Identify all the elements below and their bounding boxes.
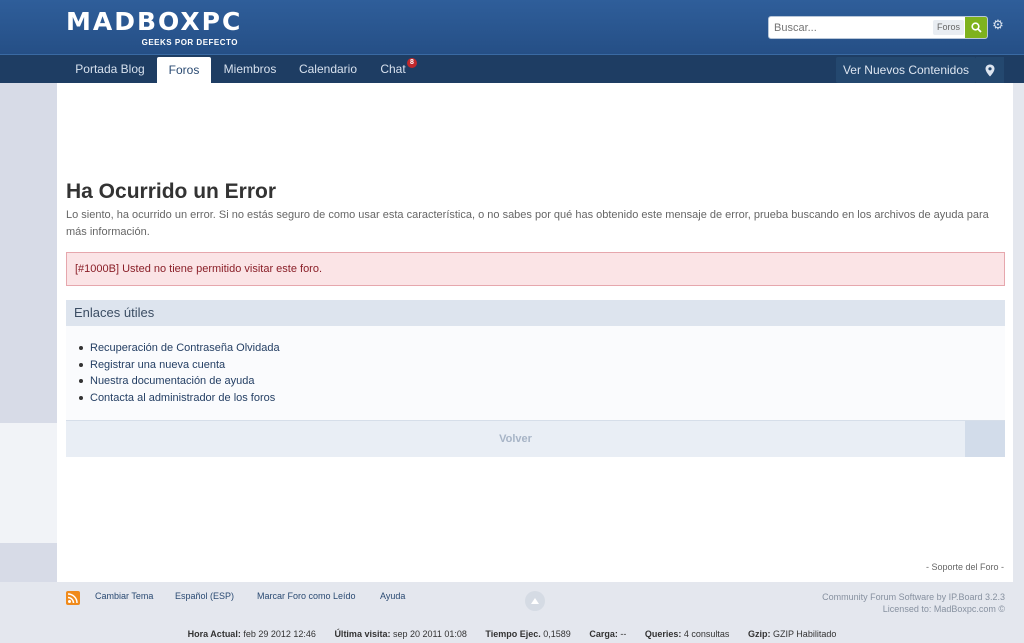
rss-glyph [67,593,78,604]
copyright-line[interactable]: Community Forum Software by IP.Board 3.2… [760,591,1005,603]
rss-icon[interactable] [66,591,80,605]
stat-last-visit: Última visita: sep 20 2011 01:08 [334,629,467,639]
logo-tagline: GEEKS POR DEFECTO [141,38,238,47]
tab-foros[interactable]: Foros [157,57,211,83]
useful-links-panel: Recuperación de Contraseña Olvidada Regi… [66,326,1005,420]
search-button[interactable] [965,17,987,38]
background-stripe [0,423,57,543]
gear-icon[interactable]: ⚙ [991,18,1005,32]
stat-current-time: Hora Actual: feb 29 2012 12:46 [187,629,316,639]
stat-exec-time: Tiempo Ejec. 0,1589 [485,629,571,639]
logo-text: MADBOXPC [66,7,243,36]
page-stats: Hora Actual: feb 29 2012 12:46 Última vi… [0,629,1024,639]
scroll-to-top-icon[interactable] [525,591,545,611]
stat-load: Carga: -- [589,629,627,639]
back-bar: Volver [66,420,1005,457]
site-logo[interactable]: MADBOXPC GEEKS POR DEFECTO [66,8,240,48]
footer-link-help[interactable]: Ayuda [380,591,405,601]
search-icon [970,22,982,33]
link-help-docs[interactable]: Nuestra documentación de ayuda [79,373,280,390]
footer-link-mark-read[interactable]: Marcar Foro como Leído [257,591,356,601]
chat-count-badge: 8 [407,58,417,68]
back-button[interactable]: Volver [66,421,965,457]
main-nav: Portada Blog Foros Miembros Calendario C… [0,54,1024,83]
error-message: [#1000B] Usted no tiene permitido visita… [66,252,1005,286]
tab-portada-blog[interactable]: Portada Blog [66,55,154,83]
link-register-account[interactable]: Registrar una nueva cuenta [79,357,280,374]
footer-link-change-theme[interactable]: Cambiar Tema [95,591,153,601]
background-stripe [0,543,57,582]
link-contact-admin[interactable]: Contacta al administrador de los foros [79,390,280,407]
search-input[interactable] [769,17,929,38]
tab-miembros[interactable]: Miembros [214,55,286,83]
footer-link-language[interactable]: Español (ESP) [175,591,234,601]
copyright-notice: Community Forum Software by IP.Board 3.2… [760,591,1005,615]
page-title: Ha Ocurrido un Error [66,180,277,203]
search-box: Foros [768,16,988,39]
location-pin-button[interactable] [976,57,1004,83]
view-new-content-button[interactable]: Ver Nuevos Contenidos [836,57,976,83]
forum-support-link[interactable]: - Soporte del Foro - [926,562,1004,572]
useful-links-list: Recuperación de Contraseña Olvidada Regi… [79,340,280,407]
back-bar-end [965,421,1005,457]
license-line: Licensed to: MadBoxpc.com © [882,604,1005,614]
stat-gzip: Gzip: GZIP Habilitado [747,629,837,639]
stat-queries: Queries: 4 consultas [644,629,730,639]
background-stripe [0,83,57,423]
search-scope-selector[interactable]: Foros [933,20,965,35]
arrow-up-icon [531,598,539,604]
map-pin-icon [985,64,995,76]
tab-calendario[interactable]: Calendario [290,55,366,83]
site-header: MADBOXPC GEEKS POR DEFECTO Foros ⚙ [0,0,1024,54]
useful-links-heading: Enlaces útiles [66,300,1005,326]
link-recover-password[interactable]: Recuperación de Contraseña Olvidada [79,340,280,357]
error-description: Lo siento, ha ocurrido un error. Si no e… [66,209,989,238]
